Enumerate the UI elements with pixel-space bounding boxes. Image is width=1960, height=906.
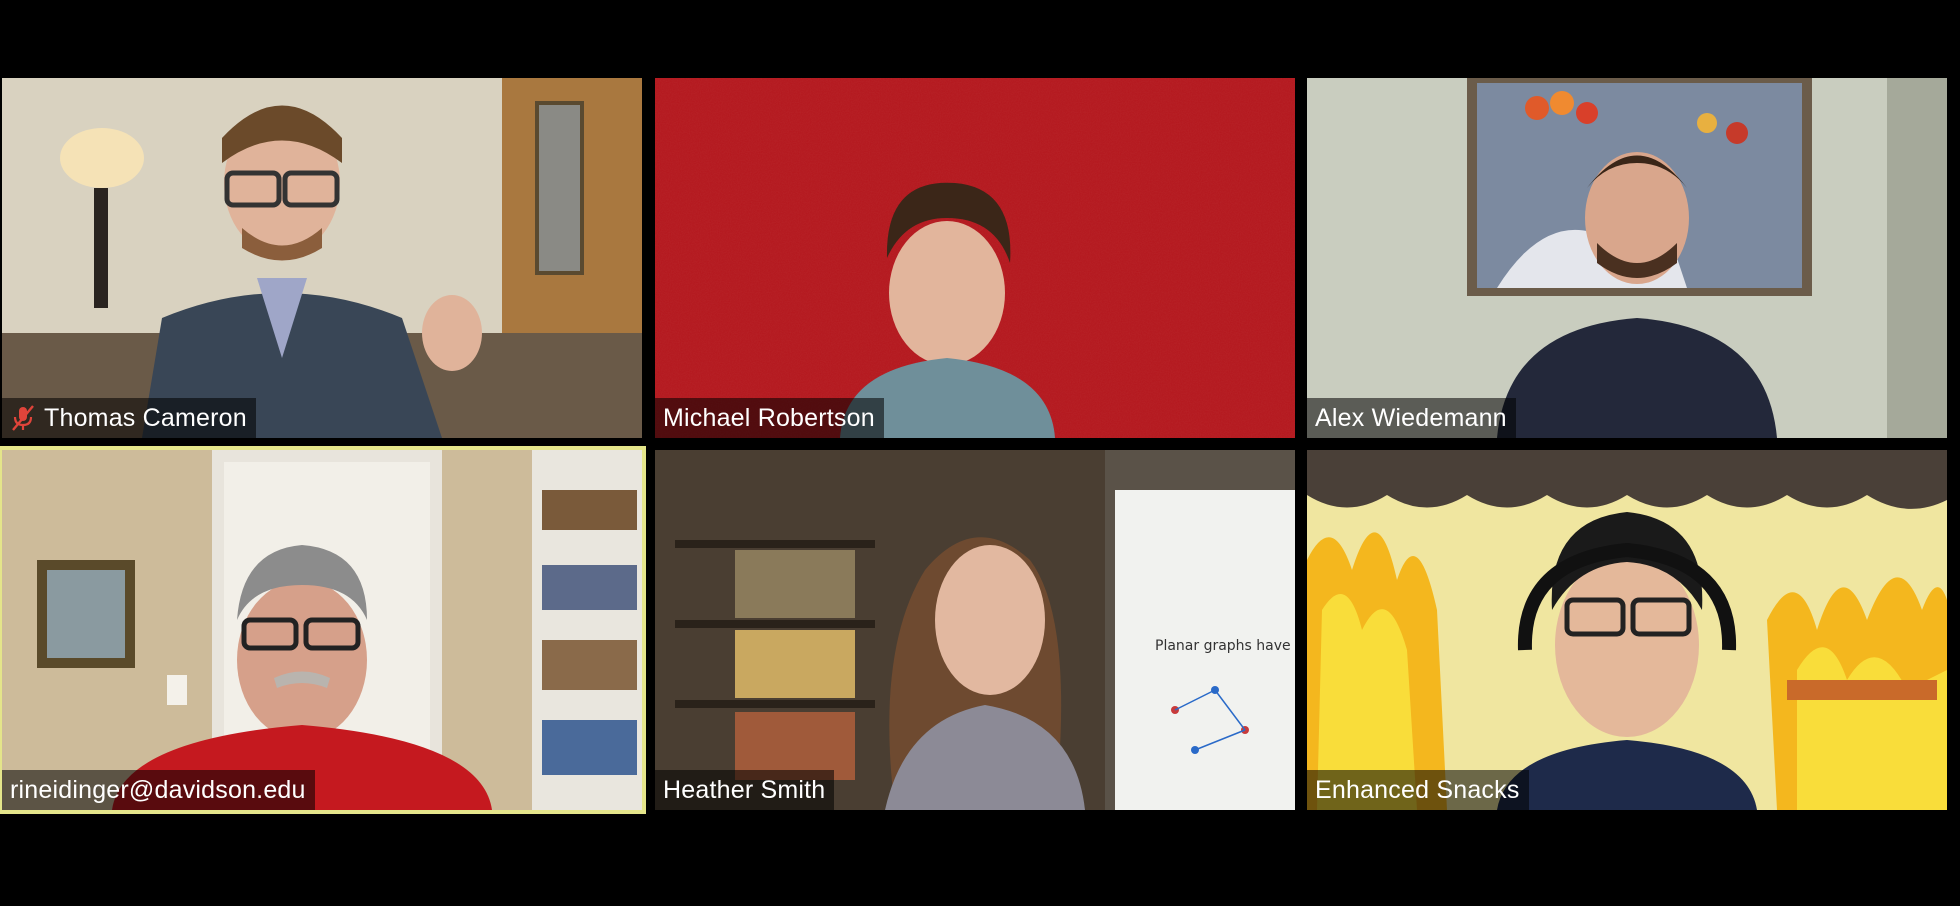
participant-tile-alex-wiedemann[interactable]: Alex Wiedemann: [1307, 78, 1947, 438]
participant-nameplate: Thomas Cameron: [2, 398, 256, 438]
participant-tile-heather-smith[interactable]: Planar graphs have chromatic number Heat…: [655, 450, 1295, 810]
participant-video: [1307, 78, 1947, 438]
whiteboard-text: Planar graphs have chromatic number: [1155, 638, 1295, 654]
participant-nameplate: rineidinger@davidson.edu: [2, 770, 315, 810]
participant-video: [655, 78, 1295, 438]
participant-tile-rineidinger[interactable]: rineidinger@davidson.edu: [0, 446, 646, 814]
participant-video: [1307, 450, 1947, 810]
participant-nameplate: Enhanced Snacks: [1307, 770, 1529, 810]
participant-tile-michael-robertson[interactable]: Michael Robertson: [655, 78, 1295, 438]
participant-tile-thomas-cameron[interactable]: Thomas Cameron: [2, 78, 642, 438]
participant-name: rineidinger@davidson.edu: [10, 775, 306, 804]
participant-nameplate: Michael Robertson: [655, 398, 884, 438]
participant-name: Alex Wiedemann: [1315, 403, 1507, 432]
participant-name: Thomas Cameron: [44, 403, 247, 432]
participant-name: Michael Robertson: [663, 403, 875, 432]
video-gallery: Thomas Cameron Michael Robertson Alex Wi…: [0, 0, 1960, 906]
participant-video: Planar graphs have chromatic number: [655, 450, 1295, 810]
participant-video: [2, 78, 642, 438]
participant-nameplate: Alex Wiedemann: [1307, 398, 1516, 438]
participant-name: Heather Smith: [663, 775, 826, 804]
participant-tile-enhanced-snacks[interactable]: Enhanced Snacks: [1307, 450, 1947, 810]
microphone-muted-icon: [10, 404, 36, 432]
participant-nameplate: Heather Smith: [655, 770, 835, 810]
participant-name: Enhanced Snacks: [1315, 775, 1520, 804]
participant-video: [2, 450, 642, 810]
